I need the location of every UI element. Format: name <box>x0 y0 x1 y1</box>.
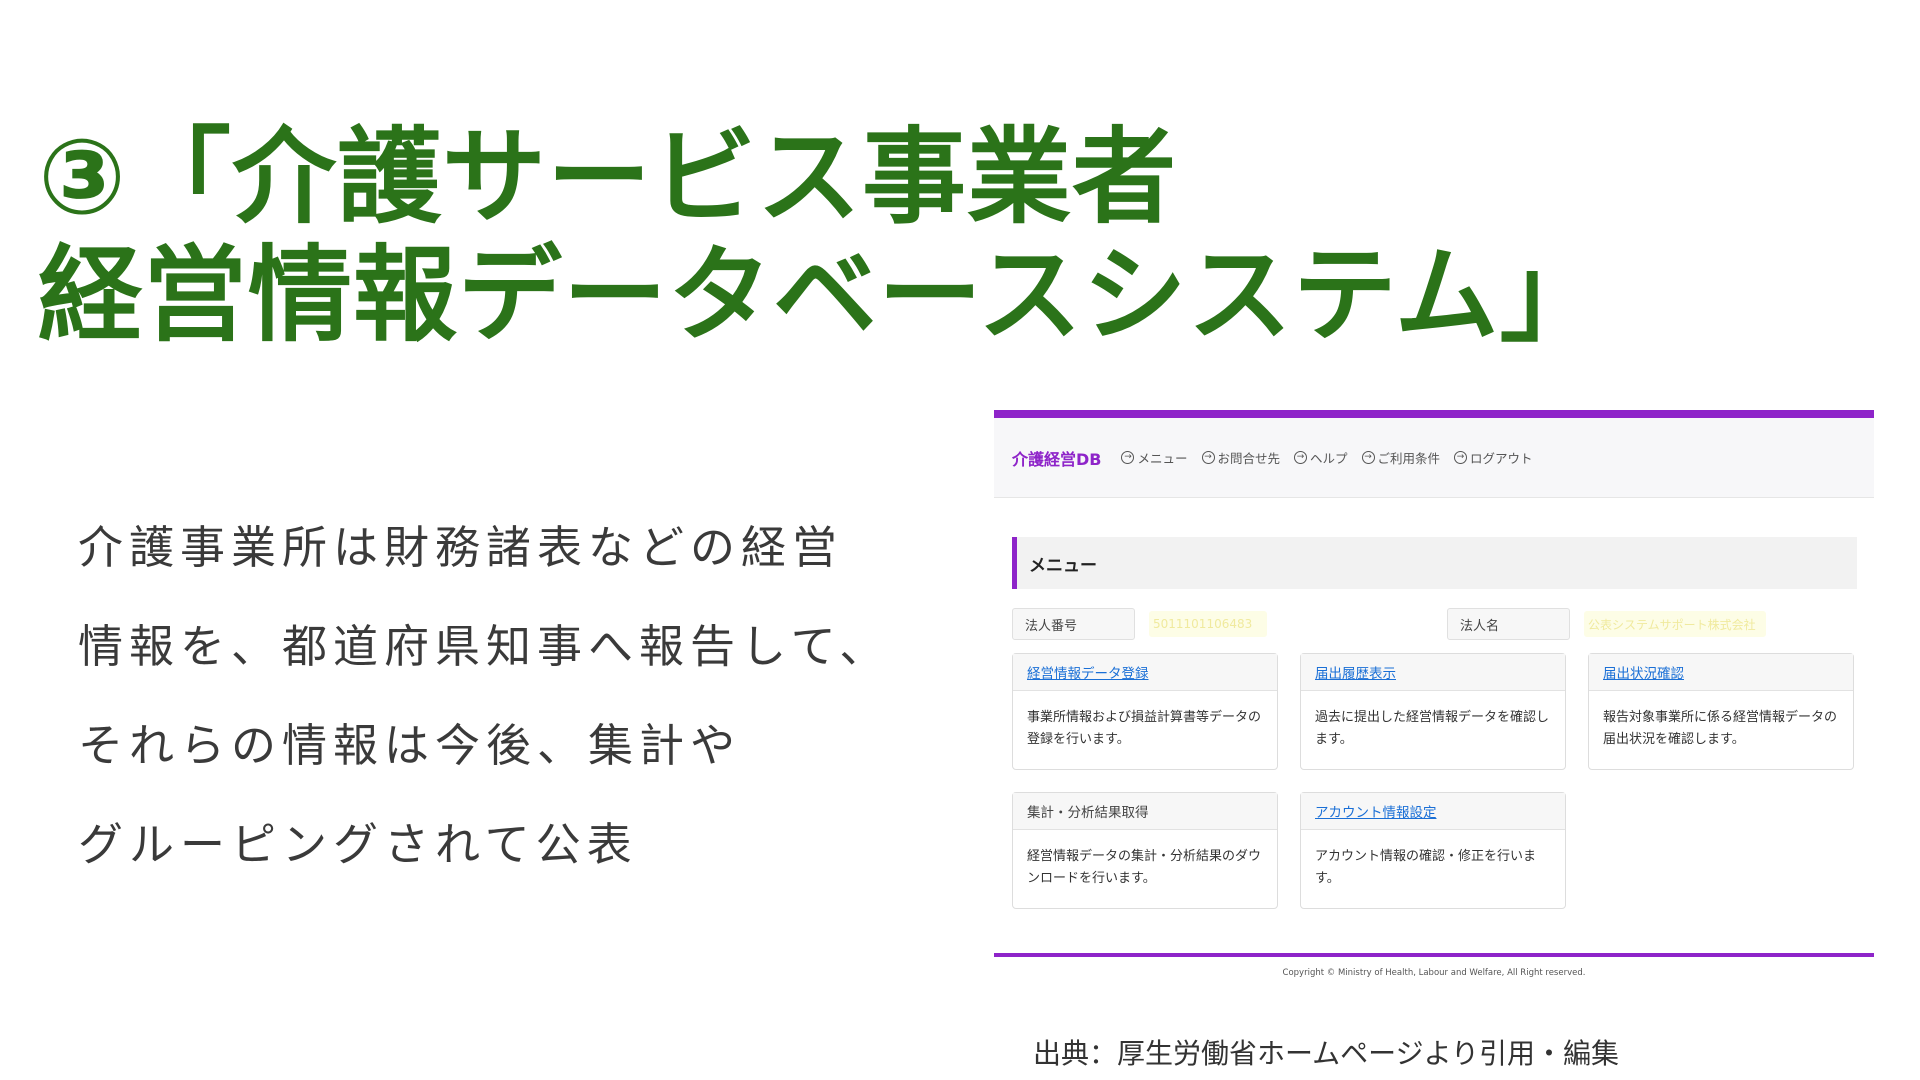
nav-label: ログアウト <box>1470 451 1533 466</box>
nav-label: ご利用条件 <box>1377 451 1441 466</box>
app-screenshot: 介護経営DB → メニュー → お問合せ先 → ヘルプ → ご利用条件 → ログ… <box>994 410 1874 990</box>
arrow-right-circle-icon: → <box>1294 451 1308 464</box>
body-line: それらの情報は今後、集計や <box>78 719 742 772</box>
card-account-settings: アカウント情報設定 アカウント情報の確認・修正を行います。 <box>1300 792 1566 909</box>
source-credit: 出典：厚生労働省ホームページより引用・編集 <box>1033 1037 1620 1070</box>
card-description: 事業所情報および損益計算書等データの登録を行います。 <box>1027 710 1262 747</box>
nav-menu-link[interactable]: → メニュー <box>1121 448 1188 467</box>
card-status: 届出状況確認 報告対象事業所に係る経営情報データの届出状況を確認します。 <box>1588 653 1854 770</box>
arrow-right-circle-icon: → <box>1454 451 1468 464</box>
card-description: 経営情報データの集計・分析結果のダウンロードを行います。 <box>1027 849 1262 886</box>
nav-label: メニュー <box>1137 451 1188 466</box>
nav-logout-link[interactable]: → ログアウト <box>1454 448 1533 467</box>
card-register-data: 経営情報データ登録 事業所情報および損益計算書等データの登録を行います。 <box>1012 653 1278 770</box>
nav-help-link[interactable]: → ヘルプ <box>1294 448 1348 467</box>
card-title-link[interactable]: 届出状況確認 <box>1589 654 1853 691</box>
slide-title-line-1: ③「介護サービス事業者 <box>38 116 1178 238</box>
card-description: 過去に提出した経営情報データを確認します。 <box>1315 710 1550 747</box>
bottom-accent-bar <box>994 953 1874 957</box>
slide-title: ③「介護サービス事業者 経営情報データベースシステム」 <box>38 118 1605 354</box>
corp-name-value: 公表システムサポート株式会社 <box>1584 611 1766 637</box>
nav-terms-link[interactable]: → ご利用条件 <box>1361 448 1441 467</box>
body-line: 情報を、都道府県知事へ報告して、 <box>78 620 891 673</box>
arrow-right-circle-icon: → <box>1121 451 1135 464</box>
card-description: アカウント情報の確認・修正を行います。 <box>1315 849 1537 886</box>
brand-logo[interactable]: 介護経営DB <box>1012 446 1101 470</box>
copyright-text: Copyright © Ministry of Health, Labour a… <box>1282 968 1586 978</box>
nav-contact-link[interactable]: → お問合せ先 <box>1201 448 1281 467</box>
top-accent-bar <box>994 410 1874 418</box>
card-history: 届出履歴表示 過去に提出した経営情報データを確認します。 <box>1300 653 1566 770</box>
corp-number-value: 5011101106483 <box>1149 611 1267 637</box>
navbar: 介護経営DB → メニュー → お問合せ先 → ヘルプ → ご利用条件 → ログ… <box>994 418 1874 498</box>
card-title-link[interactable]: 経営情報データ登録 <box>1013 654 1277 691</box>
card-title-link[interactable]: 届出履歴表示 <box>1301 654 1565 691</box>
slide-title-line-2: 経営情報データベースシステム」 <box>38 234 1605 356</box>
body-line: グルーピングされて公表 <box>78 818 638 871</box>
card-analysis-results: 集計・分析結果取得 経営情報データの集計・分析結果のダウンロードを行います。 <box>1012 792 1278 909</box>
card-description: 報告対象事業所に係る経営情報データの届出状況を確認します。 <box>1603 710 1838 747</box>
card-title-link[interactable]: アカウント情報設定 <box>1301 793 1565 830</box>
section-title-menu: メニュー <box>1012 537 1857 589</box>
card-title: 集計・分析結果取得 <box>1013 793 1277 830</box>
arrow-right-circle-icon: → <box>1201 451 1215 464</box>
body-line: 介護事業所は財務諸表などの経営 <box>78 521 844 574</box>
corp-number-label: 法人番号 <box>1012 608 1135 640</box>
nav-label: お問合せ先 <box>1217 451 1281 466</box>
corp-name-label: 法人名 <box>1447 608 1570 640</box>
nav-label: ヘルプ <box>1310 451 1348 466</box>
arrow-right-circle-icon: → <box>1361 451 1375 464</box>
slide-body-text: 介護事業所は財務諸表などの経営 情報を、都道府県知事へ報告して、 それらの情報は… <box>78 498 890 894</box>
